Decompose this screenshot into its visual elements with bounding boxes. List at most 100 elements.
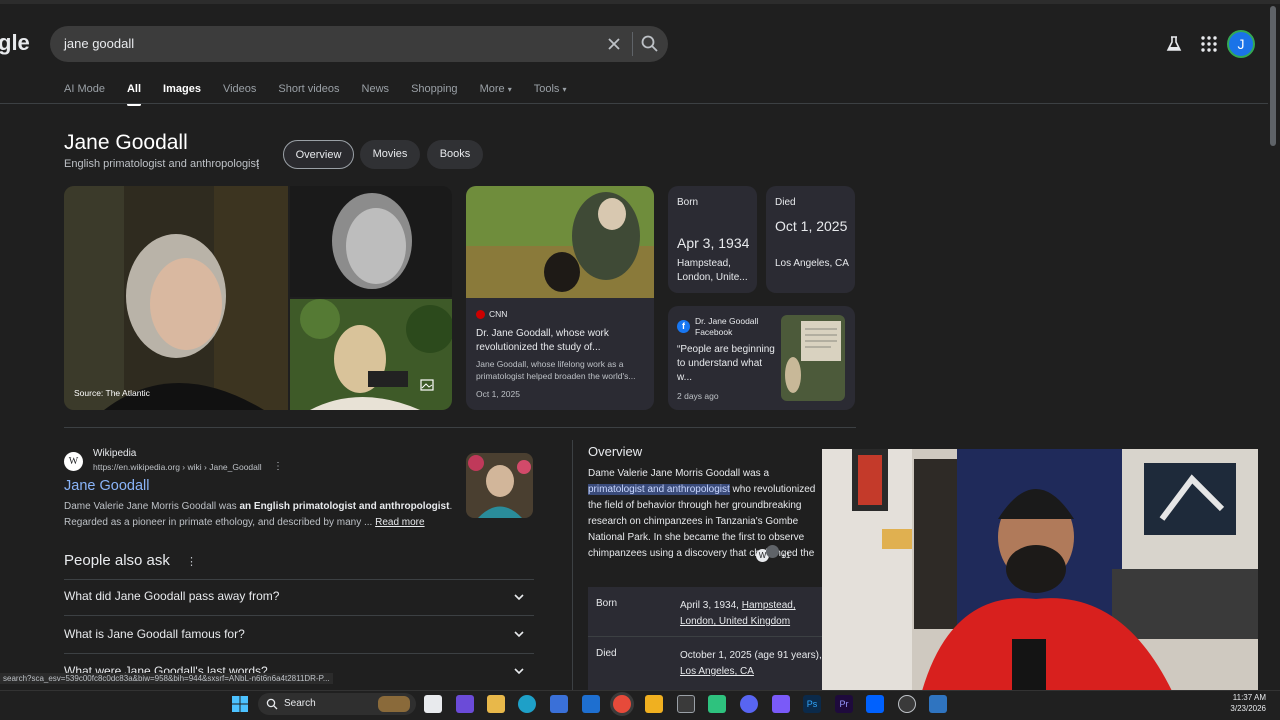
app-green-icon[interactable] bbox=[708, 695, 726, 713]
taskbar bbox=[0, 690, 1280, 720]
mail-icon[interactable] bbox=[582, 695, 600, 713]
tab-more-label: More bbox=[479, 83, 505, 95]
tab-shopping[interactable]: Shopping bbox=[411, 83, 458, 95]
webcam-feed-image bbox=[822, 449, 1258, 691]
paa-question-2[interactable]: What is Jane Goodall famous for? bbox=[64, 627, 245, 641]
more-options-icon[interactable]: ⋮ bbox=[252, 157, 264, 171]
paa-divider bbox=[64, 653, 534, 654]
labs-flask-icon[interactable] bbox=[1164, 34, 1184, 54]
facebook-icon: f bbox=[677, 320, 690, 333]
search-box[interactable]: jane goodall bbox=[50, 26, 668, 62]
portrait-image-bw[interactable] bbox=[290, 186, 452, 297]
overview-facts-table: Born April 3, 1934, Hampstead, London, U… bbox=[588, 587, 824, 690]
paa-divider bbox=[64, 579, 534, 580]
tab-videos[interactable]: Videos bbox=[223, 83, 256, 95]
file-explorer-icon[interactable] bbox=[487, 695, 505, 713]
overview-highlight: primatologist and anthropologist bbox=[588, 484, 730, 495]
tab-more[interactable]: More ▾ bbox=[480, 83, 512, 95]
taskbar-search-label: Search bbox=[284, 698, 316, 709]
clear-icon[interactable] bbox=[604, 34, 624, 54]
died-date: Oct 1, 2025 bbox=[775, 218, 848, 234]
tab-tools[interactable]: Tools ▾ bbox=[534, 83, 567, 95]
apps-grid-icon[interactable] bbox=[1199, 34, 1219, 54]
clock-time: 11:37 AM bbox=[1232, 693, 1266, 702]
google-logo[interactable]: gle bbox=[0, 30, 30, 56]
search-tabs: AI Mode All Images Videos Short videos N… bbox=[64, 83, 588, 106]
dropbox-icon[interactable] bbox=[866, 695, 884, 713]
news-card-image bbox=[466, 186, 654, 298]
page-scrollbar[interactable] bbox=[1270, 6, 1276, 146]
premiere-icon[interactable]: Pr bbox=[835, 695, 853, 713]
app-window-icon[interactable] bbox=[929, 695, 947, 713]
result-url[interactable]: https://en.wikipedia.org › wiki › Jane_G… bbox=[93, 462, 262, 472]
taskbar-clock[interactable]: 11:37 AM 3/23/2026 bbox=[1218, 692, 1266, 714]
tab-all[interactable]: All bbox=[126, 83, 142, 106]
news-source-name: CNN bbox=[489, 309, 508, 319]
pill-movies[interactable]: Movies bbox=[360, 140, 420, 169]
read-more-link[interactable]: Read more bbox=[375, 517, 424, 528]
paa-divider bbox=[64, 615, 534, 616]
fact-died-label: Died bbox=[596, 648, 617, 659]
social-time: 2 days ago bbox=[677, 391, 719, 401]
tab-news[interactable]: News bbox=[362, 83, 390, 95]
webcam-overlay bbox=[822, 449, 1258, 691]
paa-options-icon[interactable]: ⋮ bbox=[186, 555, 197, 568]
social-author: Dr. Jane Goodall bbox=[695, 316, 759, 326]
app-grid-icon[interactable] bbox=[677, 695, 695, 713]
taskbar-search-icon bbox=[266, 698, 278, 710]
task-view-icon[interactable] bbox=[424, 695, 442, 713]
result-title-link[interactable]: Jane Goodall bbox=[64, 478, 149, 494]
search-input[interactable]: jane goodall bbox=[64, 36, 134, 51]
portrait-image-main[interactable]: Source: The Atlantic bbox=[64, 186, 288, 410]
social-quote: “People are beginning to understand what… bbox=[677, 344, 775, 383]
photoshop-icon[interactable]: Ps bbox=[803, 695, 821, 713]
paa-question-1[interactable]: What did Jane Goodall pass away from? bbox=[64, 589, 279, 603]
app-purple-icon[interactable] bbox=[772, 695, 790, 713]
result-snippet: Dame Valerie Jane Morris Goodall was an … bbox=[64, 499, 454, 531]
news-snippet: Jane Goodall, whose lifelong work as a p… bbox=[476, 359, 636, 381]
tab-images[interactable]: Images bbox=[163, 83, 201, 95]
image-gallery-icon[interactable] bbox=[420, 379, 434, 391]
chrome-icon[interactable] bbox=[613, 695, 631, 713]
chevron-down-icon[interactable] bbox=[512, 664, 526, 678]
window-top-edge bbox=[0, 0, 1280, 4]
image-source-caption: Source: The Atlantic bbox=[74, 388, 150, 398]
fact-died-date: October 1, 2025 (age 91 years), bbox=[680, 650, 822, 661]
portrait-image-bw-art bbox=[290, 186, 452, 297]
tab-ai-mode[interactable]: AI Mode bbox=[64, 83, 105, 95]
taskbar-search-box[interactable]: Search bbox=[258, 693, 416, 715]
caret-down-icon: ▾ bbox=[562, 85, 567, 94]
store-icon[interactable] bbox=[550, 695, 568, 713]
link-status-url: search?sca_esv=539c00fc8c0dc83a&biw=958&… bbox=[0, 673, 333, 684]
died-card[interactable]: Died Oct 1, 2025 Los Angeles, CA bbox=[766, 186, 855, 293]
tab-tools-label: Tools bbox=[533, 83, 560, 95]
born-place: Hampstead, London, Unite... bbox=[677, 258, 748, 283]
chevron-down-icon[interactable] bbox=[512, 590, 526, 604]
overview-source-chips[interactable]: W +1 bbox=[756, 545, 806, 562]
tab-short-videos[interactable]: Short videos bbox=[278, 83, 339, 95]
result-options-icon[interactable]: ⋮ bbox=[273, 461, 283, 472]
edge-icon[interactable] bbox=[518, 695, 536, 713]
social-post-card[interactable]: f Dr. Jane Goodall Facebook “People are … bbox=[668, 306, 855, 410]
app-globe-icon[interactable] bbox=[898, 695, 916, 713]
search-icon[interactable] bbox=[640, 34, 660, 54]
pill-books[interactable]: Books bbox=[427, 140, 483, 169]
news-headline[interactable]: Dr. Jane Goodall, whose work revolutioni… bbox=[476, 327, 646, 355]
news-card[interactable]: CNN Dr. Jane Goodall, whose work revolut… bbox=[466, 186, 654, 410]
portrait-image-binoculars[interactable] bbox=[290, 299, 452, 410]
news-date: Oct 1, 2025 bbox=[476, 389, 520, 399]
caret-down-icon: ▾ bbox=[507, 85, 512, 94]
fact-died-place-link[interactable]: Los Angeles, CA bbox=[680, 666, 754, 677]
pill-overview[interactable]: Overview bbox=[283, 140, 354, 169]
died-label: Died bbox=[775, 197, 796, 208]
discord-icon[interactable] bbox=[740, 695, 758, 713]
app-sun-icon[interactable] bbox=[645, 695, 663, 713]
copilot-icon[interactable] bbox=[456, 695, 474, 713]
result-thumbnail[interactable] bbox=[466, 453, 533, 518]
windows-start-icon[interactable] bbox=[231, 695, 249, 713]
chevron-down-icon[interactable] bbox=[512, 627, 526, 641]
born-card[interactable]: Born Apr 3, 1934 Hampstead, London, Unit… bbox=[668, 186, 757, 293]
wikipedia-favicon: W bbox=[64, 452, 83, 471]
account-avatar[interactable]: J bbox=[1227, 30, 1255, 58]
clock-date: 3/23/2026 bbox=[1230, 704, 1266, 713]
